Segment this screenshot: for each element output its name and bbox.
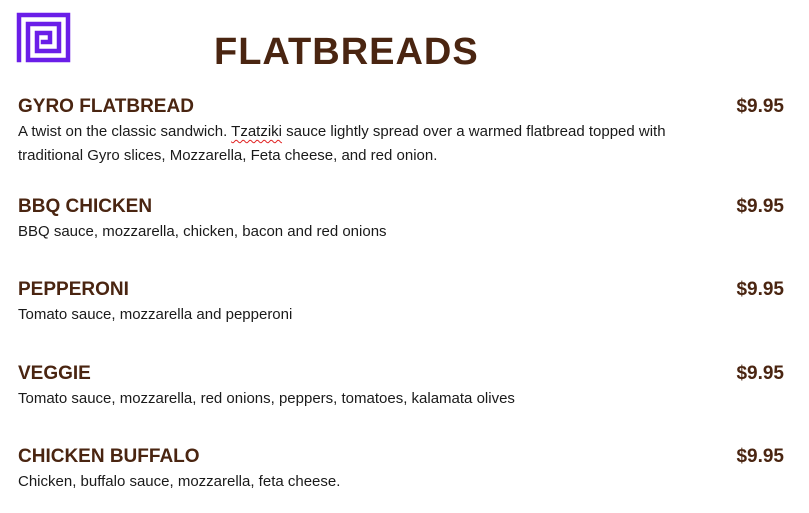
item-name: BBQ CHICKEN: [18, 196, 153, 217]
menu-item-veggie: VEGGIE $9.95 Tomato sauce, mozzarella, r…: [18, 361, 786, 411]
item-description: Tomato sauce, mozzarella, red onions, pe…: [18, 390, 515, 407]
item-description: Chicken, buffalo sauce, mozzarella, feta…: [18, 473, 341, 490]
item-price: $9.95: [736, 96, 784, 117]
menu-item-pepperoni: PEPPERONI $9.95 Tomato sauce, mozzarella…: [18, 277, 786, 327]
item-name: CHICKEN BUFFALO: [18, 446, 200, 467]
spellcheck-flagged-word[interactable]: Tzatziki: [231, 123, 282, 140]
item-description: Tomato sauce, mozzarella and pepperoni: [18, 306, 293, 323]
item-description: BBQ sauce, mozzarella, chicken, bacon an…: [18, 223, 387, 240]
page-title: FLATBREADS: [214, 31, 479, 73]
menu-item-chicken-buffalo: CHICKEN BUFFALO $9.95 Chicken, buffalo s…: [18, 444, 786, 494]
item-price: $9.95: [736, 363, 784, 384]
greek-key-icon: [16, 12, 72, 64]
item-price: $9.95: [736, 446, 784, 467]
item-description: A twist on the classic sandwich. Tzatzik…: [18, 120, 718, 168]
menu-item-bbq-chicken: BBQ CHICKEN $9.95 BBQ sauce, mozzarella,…: [18, 194, 786, 244]
greek-key-logo-svg: [16, 12, 71, 63]
item-name: GYRO FLATBREAD: [18, 96, 194, 117]
item-price: $9.95: [736, 196, 784, 217]
item-price: $9.95: [736, 279, 784, 300]
item-name: PEPPERONI: [18, 279, 129, 300]
item-description-text: A twist on the classic sandwich.: [18, 123, 232, 140]
item-name: VEGGIE: [18, 363, 91, 384]
menu-item-gyro-flatbread: GYRO FLATBREAD $9.95 A twist on the clas…: [18, 94, 786, 168]
